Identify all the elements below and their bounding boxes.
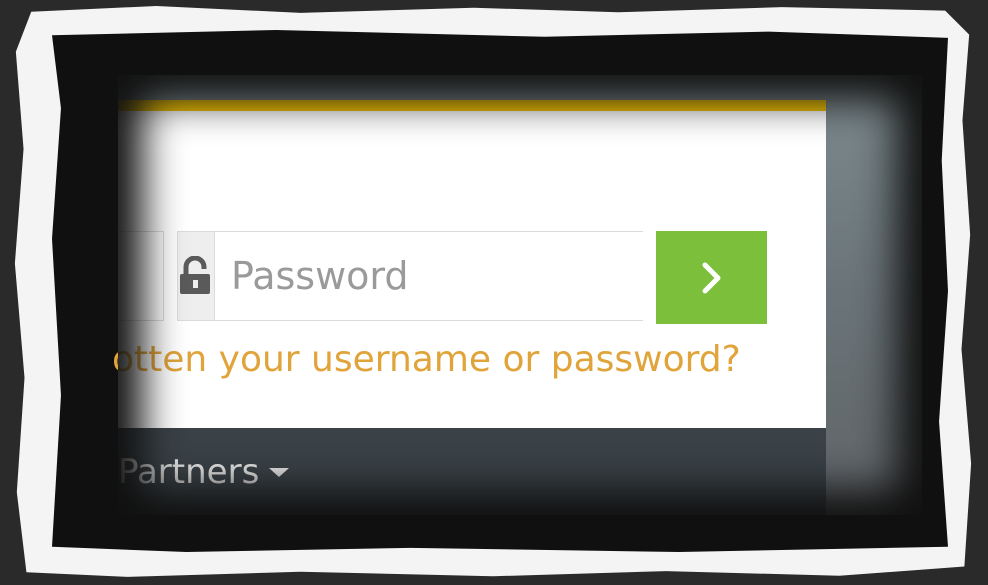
caret-down-icon — [269, 467, 290, 477]
username-field[interactable] — [118, 231, 164, 321]
nav-partners-label: Partners — [118, 452, 260, 492]
unlock-icon — [178, 232, 215, 320]
screenshot-photo: otten your username or password? Partner… — [112, 75, 922, 515]
password-input[interactable] — [215, 232, 720, 320]
submit-button[interactable] — [656, 231, 767, 324]
chevron-right-icon — [702, 262, 720, 293]
accent-bar — [118, 100, 826, 111]
nav-partners-dropdown[interactable]: Partners — [118, 452, 290, 492]
navbar: Partners — [118, 428, 826, 515]
password-group — [177, 231, 720, 321]
forgot-credentials-link[interactable]: otten your username or password? — [112, 339, 741, 380]
login-panel: otten your username or password? — [112, 100, 826, 428]
